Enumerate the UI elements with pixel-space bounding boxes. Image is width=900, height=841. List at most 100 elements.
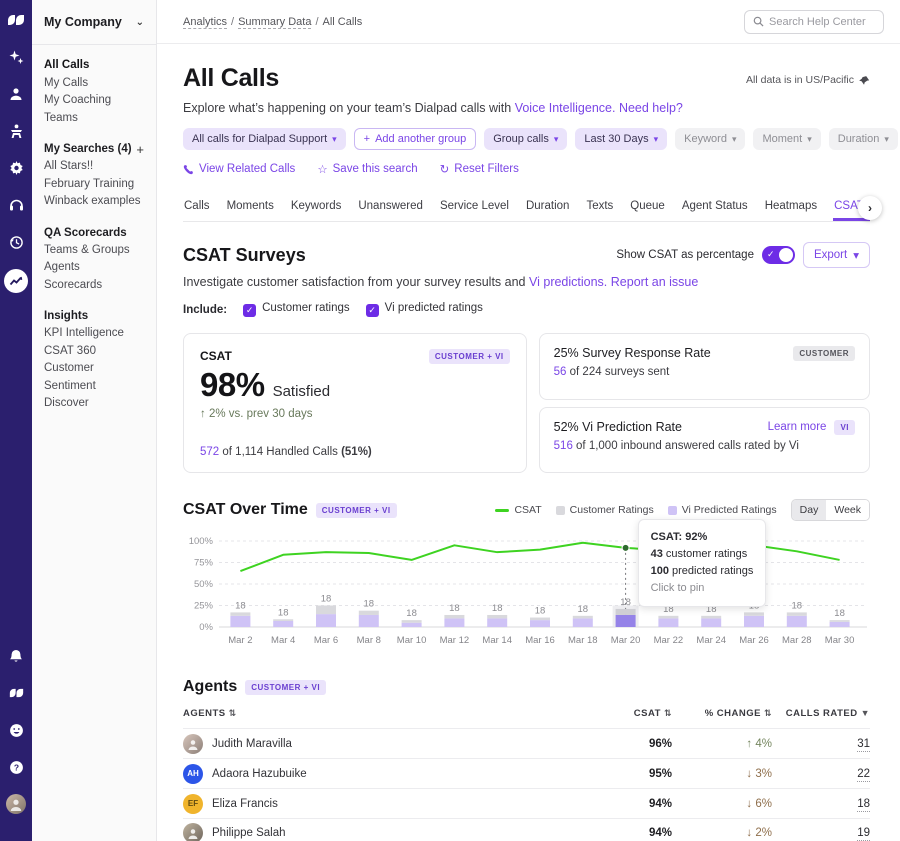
sidebar-item-csat-360[interactable]: CSAT 360 <box>44 343 144 361</box>
customer-ratings-checkbox-label[interactable]: Customer ratings <box>262 302 350 314</box>
need-help-link[interactable]: Need help? <box>619 101 683 115</box>
help-search-input[interactable]: Search Help Center <box>744 10 884 34</box>
keyword-filter[interactable]: Keyword▾ <box>675 128 745 150</box>
agent-name: Adaora Hazubuike <box>212 768 307 780</box>
table-row[interactable]: AHAdaora Hazubuike 95% ↓ 3% 22 <box>183 758 870 788</box>
moment-filter[interactable]: Moment▾ <box>753 128 820 150</box>
save-search-link[interactable]: ☆ Save this search <box>317 162 417 176</box>
tab-unanswered[interactable]: Unanswered <box>357 194 424 221</box>
svg-text:0%: 0% <box>199 622 213 633</box>
week-button[interactable]: Week <box>826 500 869 520</box>
tab-keywords[interactable]: Keywords <box>290 194 343 221</box>
day-button[interactable]: Day <box>792 500 827 520</box>
coaching-icon[interactable] <box>6 121 26 141</box>
svg-text:18: 18 <box>792 600 803 611</box>
tab-heatmaps[interactable]: Heatmaps <box>764 194 818 221</box>
tab-queue[interactable]: Queue <box>629 194 666 221</box>
tab-moments[interactable]: Moments <box>226 194 275 221</box>
reset-filters-link[interactable]: ↻ Reset Filters <box>440 162 519 176</box>
customer-ratings-swatch <box>556 506 565 515</box>
table-row[interactable]: Judith Maravilla 96% ↑ 4% 31 <box>183 728 870 758</box>
analytics-icon[interactable] <box>4 269 28 293</box>
up-arrow-icon: ↑ <box>746 738 752 750</box>
tab-service-level[interactable]: Service Level <box>439 194 510 221</box>
rated-calls-link[interactable]: 516 <box>554 440 573 452</box>
tab-texts[interactable]: Texts <box>585 194 614 221</box>
report-issue-link[interactable]: Report an issue <box>611 275 699 289</box>
avatar: EF <box>183 794 203 814</box>
table-row[interactable]: EFEliza Francis 94% ↓ 6% 18 <box>183 788 870 818</box>
vi-predicted-ratings-checkbox-label[interactable]: Vi predicted ratings <box>385 302 483 314</box>
ai-sparkles-icon[interactable] <box>6 47 26 67</box>
sidebar-item-agents[interactable]: Agents <box>44 259 144 277</box>
handled-calls-stat: 572 of 1,114 Handled Calls (51%) <box>200 446 510 458</box>
vi-predicted-ratings-checkbox[interactable]: ✓ <box>366 304 379 317</box>
breadcrumb-analytics[interactable]: Analytics <box>183 16 227 29</box>
filter-group-chip[interactable]: All calls for Dialpad Support▾ <box>183 128 346 150</box>
support-headset-icon[interactable] <box>6 195 26 215</box>
csat-summary-card: CSAT CUSTOMER + VI 98% Satisfied ↑ 2% vs… <box>183 333 527 473</box>
down-arrow-icon: ↓ <box>746 827 752 839</box>
reset-icon: ↻ <box>440 162 450 176</box>
contacts-icon[interactable] <box>6 84 26 104</box>
col-csat[interactable]: CSAT⇅ <box>584 708 672 719</box>
feedback-smiley-icon[interactable] <box>6 720 26 740</box>
sidebar-item-all-calls[interactable]: All Calls <box>44 57 144 75</box>
pin-icon[interactable] <box>859 75 870 86</box>
sidebar-item-winback-examples[interactable]: Winback examples <box>44 193 144 211</box>
company-switcher[interactable]: My Company ⌄ <box>32 0 156 45</box>
svg-text:18: 18 <box>235 600 246 611</box>
vi-predictions-link[interactable]: Vi predictions. <box>529 275 607 289</box>
sidebar-item-discover[interactable]: Discover <box>44 395 144 413</box>
sidebar-item-customer-sentiment[interactable]: Customer Sentiment <box>44 360 144 395</box>
dialpad-logo-icon[interactable] <box>6 10 26 30</box>
notifications-bell-icon[interactable] <box>6 646 26 666</box>
handled-calls-link[interactable]: 572 <box>200 446 219 458</box>
timezone-note: All data is in US/Pacific <box>746 74 870 86</box>
tab-agent-status[interactable]: Agent Status <box>681 194 749 221</box>
tab-calls[interactable]: Calls <box>183 194 211 221</box>
sidebar-item-teams-groups[interactable]: Teams & Groups <box>44 242 144 260</box>
learn-more-link[interactable]: Learn more <box>768 421 827 433</box>
duration-filter[interactable]: Duration▾ <box>829 128 898 150</box>
customer-ratings-checkbox[interactable]: ✓ <box>243 304 256 317</box>
sort-icon: ⇅ <box>229 708 237 718</box>
surveys-link[interactable]: 56 <box>554 366 567 378</box>
view-related-calls-link[interactable]: View Related Calls <box>183 162 295 176</box>
export-button[interactable]: Export▾ <box>803 242 870 268</box>
tab-duration[interactable]: Duration <box>525 194 570 221</box>
down-arrow-icon: ↓ <box>746 798 752 810</box>
caret-down-icon: ▾ <box>807 134 812 145</box>
settings-icon[interactable] <box>6 158 26 178</box>
tooltip-hint[interactable]: Click to pin <box>651 580 754 597</box>
sidebar-item-february-training[interactable]: February Training <box>44 176 144 194</box>
agent-change: ↑ 4% <box>672 738 772 750</box>
group-calls-filter[interactable]: Group calls▾ <box>484 128 567 150</box>
dialpad-app-icon[interactable] <box>6 683 26 703</box>
add-group-button[interactable]: +Add another group <box>354 128 477 150</box>
col-agents[interactable]: AGENTS⇅ <box>183 708 584 719</box>
help-icon[interactable]: ? <box>6 757 26 777</box>
tabs-scroll-right-button[interactable]: › <box>858 196 882 220</box>
table-row[interactable]: Philippe Salah 94% ↓ 2% 19 <box>183 818 870 841</box>
sidebar-item-kpi-intelligence[interactable]: KPI Intelligence <box>44 325 144 343</box>
caret-down-icon: ▾ <box>332 134 337 145</box>
col-change[interactable]: % CHANGE⇅ <box>672 708 772 719</box>
chart-tooltip: CSAT: 92% 43 customer ratings 100 predic… <box>638 519 767 607</box>
csat-percentage-toggle[interactable]: ✓ <box>762 246 795 264</box>
chart-canvas[interactable]: 0%25%50%75%100%18Mar 218Mar 418Mar 618Ma… <box>183 531 869 651</box>
customer-vi-badge: CUSTOMER + VI <box>316 503 397 518</box>
sidebar-item-my-calls[interactable]: My Calls <box>44 75 144 93</box>
col-calls-rated[interactable]: CALLS RATED▼ <box>772 708 870 719</box>
voice-intelligence-link[interactable]: Voice Intelligence. <box>515 101 616 115</box>
breadcrumb-summary-data[interactable]: Summary Data <box>238 16 311 29</box>
sidebar-item-all-stars[interactable]: All Stars!! <box>44 158 144 176</box>
svg-text:18: 18 <box>535 606 546 617</box>
add-search-button[interactable]: + <box>136 142 144 157</box>
sidebar-item-scorecards[interactable]: Scorecards <box>44 277 144 295</box>
history-icon[interactable] <box>6 232 26 252</box>
date-range-filter[interactable]: Last 30 Days▾ <box>575 128 667 150</box>
user-avatar[interactable] <box>6 794 26 814</box>
sidebar-header-insights: Insights <box>44 308 88 325</box>
sidebar-item-my-coaching-teams[interactable]: My Coaching Teams <box>44 92 144 127</box>
